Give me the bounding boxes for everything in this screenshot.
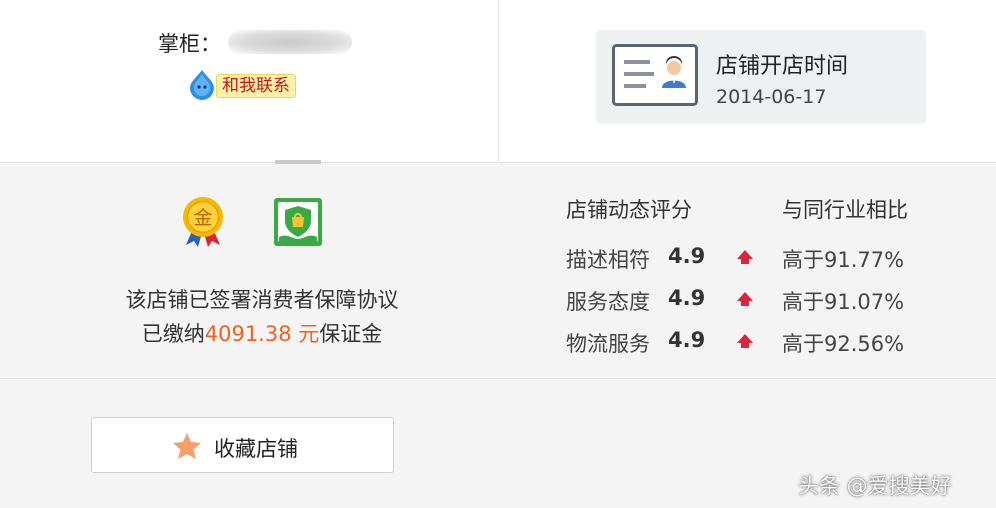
shop-open-date: 2014-06-17	[716, 86, 827, 108]
rating-score: 4.9	[668, 328, 706, 352]
gold-medal-icon: 金	[183, 197, 223, 247]
rating-compare: 高于92.56%	[782, 332, 905, 356]
svg-text:金: 金	[193, 207, 212, 229]
trend-up-icon	[737, 250, 753, 264]
section-divider	[0, 378, 996, 379]
dynamic-rating-header: 店铺动态评分	[566, 198, 692, 222]
rating-label: 服务态度	[566, 290, 650, 314]
shopkeeper-label: 掌柜：	[158, 32, 221, 56]
shopkeeper-name-redacted	[228, 30, 352, 54]
rating-row: 服务态度 4.9 高于91.07%	[0, 286, 996, 326]
trend-up-icon	[737, 292, 753, 306]
id-card-icon	[612, 44, 698, 106]
rating-compare: 高于91.07%	[782, 290, 905, 314]
rating-compare: 高于91.77%	[782, 248, 905, 272]
trend-up-icon	[737, 334, 753, 348]
contact-seller-label: 和我联系	[216, 74, 296, 98]
star-icon	[173, 433, 201, 459]
rating-row: 描述相符 4.9 高于91.77%	[0, 244, 996, 284]
rating-score: 4.9	[668, 244, 706, 268]
shop-open-title: 店铺开店时间	[716, 54, 849, 79]
header-divider	[498, 0, 499, 162]
favorite-shop-button[interactable]: 收藏店铺	[91, 417, 394, 473]
rating-score: 4.9	[668, 286, 706, 310]
industry-compare-header: 与同行业相比	[782, 198, 908, 222]
chat-drop-icon	[190, 70, 214, 100]
rating-label: 描述相符	[566, 248, 650, 272]
watermark-text: 头条 @爱搜美好	[798, 474, 952, 498]
consumer-protection-shield-icon	[274, 198, 322, 246]
shop-open-date-card: 店铺开店时间 2014-06-17	[596, 30, 926, 124]
collapse-handle[interactable]	[275, 160, 321, 164]
favorite-shop-label: 收藏店铺	[214, 437, 298, 461]
rating-row: 物流服务 4.9 高于92.56%	[0, 328, 996, 368]
rating-label: 物流服务	[566, 332, 650, 356]
